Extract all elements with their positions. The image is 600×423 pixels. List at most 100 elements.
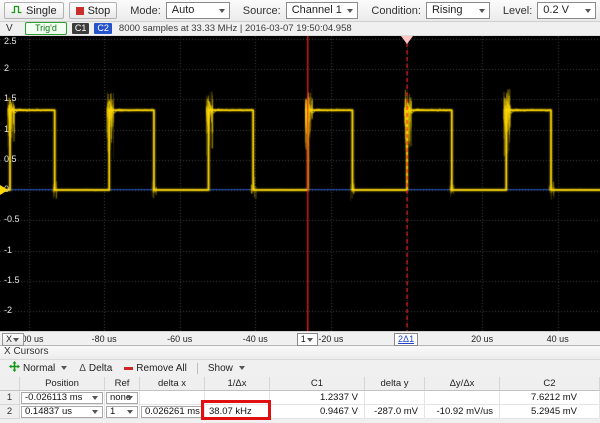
- level-value: 0.2 V: [543, 4, 569, 16]
- cursor2-inv-dx: 38.07 kHz: [205, 405, 270, 419]
- header-position: Position: [20, 377, 105, 391]
- stop-icon: [76, 7, 84, 15]
- cursor2-position-value: 0.14837 us: [25, 406, 72, 417]
- x-tick-label: 40 us: [547, 334, 569, 344]
- acquisition-info: 8000 samples at 33.33 MHz | 2016-03-07 1…: [119, 23, 352, 34]
- y-tick-label: -0.5: [4, 214, 20, 224]
- cursor1-position-value: -0.026113 ms: [25, 392, 82, 403]
- single-label: Single: [26, 5, 57, 17]
- stop-button[interactable]: Stop: [69, 2, 118, 19]
- source-value: Channel 1: [292, 4, 342, 16]
- cursor2-delta-x-value: 0.026261 ms: [145, 406, 200, 417]
- header-dy-dx: Δy/Δx: [425, 377, 500, 391]
- channel1-badge[interactable]: C1: [72, 23, 90, 34]
- channel2-badge[interactable]: C2: [94, 23, 112, 34]
- x-axis-button[interactable]: X: [2, 333, 24, 346]
- cursor2-delta-y: -287.0 mV: [365, 405, 425, 419]
- scope-display[interactable]: 2.521.510.50-0.5-1-1.5-2: [0, 36, 600, 331]
- toolbar-separator: [197, 363, 198, 374]
- level-label: Level:: [503, 5, 532, 17]
- cursor1-number: 1: [0, 391, 20, 405]
- cursor2-ref-value: 1: [110, 406, 115, 417]
- cursor2-flag[interactable]: 2Δ1: [394, 333, 418, 346]
- source-select[interactable]: Channel 1: [286, 2, 359, 19]
- trigger-position-marker-icon[interactable]: [401, 36, 413, 44]
- x-tick-label: 20 us: [471, 334, 493, 344]
- source-label: Source:: [243, 5, 281, 17]
- cursor1-c1-value: 1.2337 V: [270, 391, 365, 405]
- chevron-down-icon: [239, 366, 245, 370]
- cursor2-delta-x-input[interactable]: 0.026261 ms: [141, 406, 203, 418]
- delta-icon: Δ: [79, 363, 86, 374]
- cursor1-ref-select[interactable]: none: [106, 392, 138, 404]
- y-axis-unit-label[interactable]: V: [6, 23, 20, 34]
- header-c1: C1: [270, 377, 365, 391]
- y-tick-label: -2: [4, 305, 12, 315]
- cursor2-number: 2: [0, 405, 20, 419]
- remove-minus-icon: [124, 367, 133, 370]
- condition-value: Rising: [432, 4, 463, 16]
- header-delta-y: delta y: [365, 377, 425, 391]
- cursor2-position-select[interactable]: 0.14837 us: [21, 406, 103, 418]
- cursor1-flag[interactable]: 1: [297, 333, 318, 346]
- mode-select[interactable]: Auto: [166, 2, 230, 19]
- cursor2-ref-select[interactable]: 1: [106, 406, 138, 418]
- mode-label: Mode:: [130, 5, 161, 17]
- cursor1-position-select[interactable]: -0.026113 ms: [21, 392, 103, 404]
- remove-all-label: Remove All: [136, 363, 187, 374]
- cursor1-ref-value: none: [110, 392, 131, 403]
- y-tick-label: -1.5: [4, 275, 20, 285]
- x-tick-label: -60 us: [167, 334, 192, 344]
- move-arrows-icon: [9, 361, 20, 375]
- cursor1-flag-label: 1: [301, 334, 306, 344]
- y-tick-label: 1: [4, 124, 9, 134]
- trigger-status-badge: Trig'd: [25, 22, 67, 35]
- cursor-table-header: Position Ref delta x 1/Δx C1 delta y Δy/…: [0, 377, 600, 391]
- x-tick-label: -80 us: [92, 334, 117, 344]
- y-tick-label: 2: [4, 63, 9, 73]
- single-button[interactable]: Single: [4, 2, 64, 19]
- cursor2-dy-dx: -10.92 mV/us: [425, 405, 500, 419]
- cursor1-dy-dx: [425, 391, 500, 405]
- delta-button[interactable]: Δ Delta: [74, 361, 117, 375]
- cursor2-flag-label: 2Δ1: [398, 334, 414, 344]
- waveforms-scope-window: Single Stop Mode: Auto Source: Channel 1…: [0, 0, 600, 423]
- header-delta-x: delta x: [140, 377, 205, 391]
- delta-label: Delta: [89, 363, 112, 374]
- show-label: Show: [208, 363, 233, 374]
- channel1-ground-marker-icon[interactable]: [0, 185, 8, 195]
- chevron-down-icon: [61, 366, 67, 370]
- level-select[interactable]: 0.2 V: [537, 2, 596, 19]
- y-tick-label: 1.5: [4, 93, 17, 103]
- header-ref: Ref: [105, 377, 140, 391]
- stop-label: Stop: [88, 5, 111, 17]
- trigger-toolbar: Single Stop Mode: Auto Source: Channel 1…: [0, 0, 600, 22]
- x-tick-label: -40 us: [243, 334, 268, 344]
- normal-label: Normal: [23, 363, 55, 374]
- cursor2-c2-value: 5.2945 mV: [500, 405, 600, 419]
- cursor2-c1-value: 0.9467 V: [270, 405, 365, 419]
- header-c2: C2: [500, 377, 600, 391]
- header-inv-dx: 1/Δx: [205, 377, 270, 391]
- cursor1-c2-value: 7.6212 mV: [500, 391, 600, 405]
- status-row: V Trig'd C1 C2 8000 samples at 33.33 MHz…: [0, 22, 600, 36]
- x-axis-button-label: X: [6, 334, 12, 344]
- waveform-canvas[interactable]: [0, 36, 600, 331]
- y-tick-label: 2.5: [4, 36, 17, 46]
- mode-value: Auto: [172, 4, 195, 16]
- cursor1-delta-x: [140, 391, 205, 405]
- show-button[interactable]: Show: [203, 361, 250, 375]
- normal-button[interactable]: Normal: [4, 361, 72, 375]
- cursor-table: Position Ref delta x 1/Δx C1 delta y Δy/…: [0, 377, 600, 419]
- cursor1-delta-y: [365, 391, 425, 405]
- cursor1-inv-dx: [205, 391, 270, 405]
- y-tick-label: -1: [4, 245, 12, 255]
- x-axis-strip: X -100 us-80 us-60 us-40 us-20 us0 us20 …: [0, 331, 600, 345]
- x-cursors-panel: X Cursors Normal Δ Delta Remove All Show: [0, 345, 600, 423]
- x-tick-label: -20 us: [318, 334, 343, 344]
- header-blank: [0, 377, 20, 391]
- condition-label: Condition:: [371, 5, 421, 17]
- cursor-row-1: 1 -0.026113 ms none 1.2337 V 7.6212 mV: [0, 391, 600, 405]
- condition-select[interactable]: Rising: [426, 2, 490, 19]
- remove-all-button[interactable]: Remove All: [119, 361, 192, 375]
